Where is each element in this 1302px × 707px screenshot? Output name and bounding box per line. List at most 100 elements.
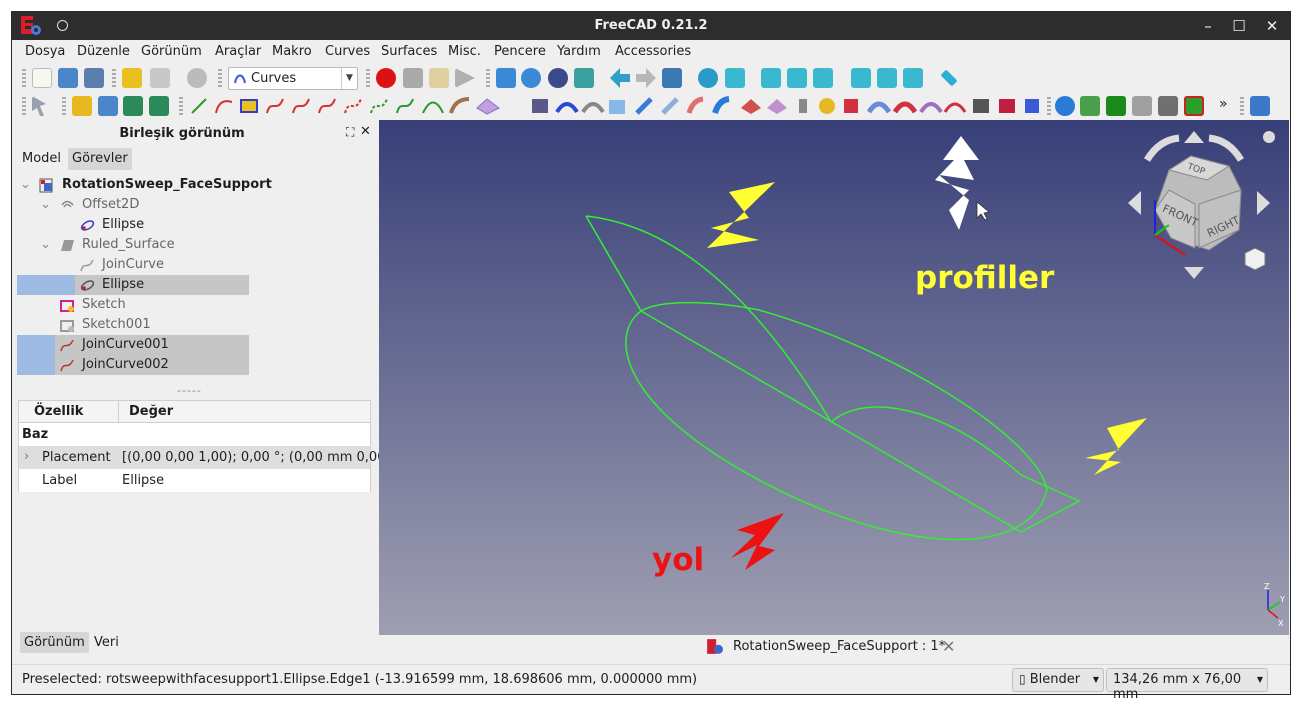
tree-item-ellipse-selected[interactable]: Ellipse [17, 275, 249, 295]
tab-gorevler[interactable]: Görevler [68, 148, 132, 170]
whats-this-icon[interactable] [32, 96, 46, 116]
left-view-icon[interactable] [903, 68, 923, 88]
tree-item-sketch[interactable]: Sketch [17, 295, 267, 315]
fit-all-icon[interactable] [496, 68, 516, 88]
nav-arrow-up-icon[interactable] [1184, 131, 1204, 143]
curves-tools-strip[interactable] [189, 96, 1039, 116]
new-document-icon[interactable] [32, 68, 52, 88]
top-view-icon[interactable] [787, 68, 807, 88]
create-group-icon[interactable] [98, 96, 118, 116]
save-document-icon[interactable] [84, 68, 104, 88]
macro-stop-icon[interactable] [403, 68, 423, 88]
toolbar-grip[interactable] [22, 97, 26, 115]
right-view-icon[interactable] [813, 68, 833, 88]
navigation-cube[interactable]: TOP FRONT RIGHT [1128, 131, 1275, 279]
macro-run-icon[interactable] [455, 68, 475, 88]
menu-misc[interactable]: Misc. [448, 44, 481, 59]
macro-edit-icon[interactable] [429, 68, 449, 88]
create-part-icon[interactable] [72, 96, 92, 116]
std-view-icon[interactable] [662, 68, 682, 88]
bottom-view-icon[interactable] [877, 68, 897, 88]
back-arrow-icon[interactable] [610, 68, 630, 88]
macro-record-icon[interactable] [376, 68, 396, 88]
prop-row-placement[interactable]: › Placement [(0,00 0,00 1,00); 0,00 °; (… [19, 446, 398, 469]
tab-model[interactable]: Model [18, 148, 65, 170]
undo-icon[interactable] [122, 68, 142, 88]
solid-dark-green-icon[interactable] [1106, 96, 1126, 116]
minimize-button[interactable]: – [1198, 16, 1218, 36]
menu-yardim[interactable]: Yardım [557, 44, 601, 59]
workbench-selector[interactable]: Curves ▼ [228, 67, 358, 90]
draw-style-icon[interactable] [548, 68, 568, 88]
tree-item-joincurve[interactable]: JoinCurve [17, 255, 267, 275]
tree-item-ruled-surface[interactable]: ⌄ Ruled_Surface [17, 235, 267, 255]
toolbar-grip[interactable] [366, 69, 370, 87]
nav-arrow-down-icon[interactable] [1184, 267, 1204, 279]
link-icon[interactable] [123, 96, 143, 116]
3d-viewport[interactable]: profiller yol TOP FRONT RIGHT Z Y X [379, 120, 1289, 635]
panel-splitter[interactable]: ----- [177, 384, 202, 397]
menu-curves[interactable]: Curves [325, 44, 370, 59]
tree-item-ellipse[interactable]: Ellipse [17, 215, 267, 235]
gray-solid-icon[interactable] [1158, 96, 1178, 116]
rear-view-icon[interactable] [851, 68, 871, 88]
dimension-indicator[interactable]: 134,26 mm x 76,00 mm ▼ [1106, 668, 1268, 702]
measure-icon[interactable] [940, 69, 958, 87]
front-view-icon[interactable] [761, 68, 781, 88]
nav-rotate-right-icon[interactable] [1208, 134, 1245, 162]
maximize-button[interactable]: ☐ [1229, 16, 1249, 36]
profile-curve-bottom[interactable] [830, 406, 1081, 533]
close-panel-icon[interactable]: ✕ [360, 124, 371, 139]
prop-row-label[interactable]: Label Ellipse [19, 469, 370, 492]
document-tab-close-icon[interactable]: ✕ [942, 637, 955, 656]
tree-item-joincurve002[interactable]: JoinCurve002 [17, 355, 249, 375]
open-document-icon[interactable] [58, 68, 78, 88]
close-button[interactable]: ✕ [1262, 16, 1282, 36]
toolbar-grip[interactable] [218, 69, 222, 87]
nav-arrow-left-icon[interactable] [1128, 191, 1141, 215]
dollar-shape-icon[interactable] [1132, 96, 1152, 116]
redo-icon[interactable] [150, 68, 170, 88]
toolbar-grip[interactable] [112, 69, 116, 87]
bounding-box-icon[interactable] [574, 68, 594, 88]
toolbar-grip[interactable] [62, 97, 66, 115]
menu-dosya[interactable]: Dosya [25, 44, 65, 59]
nav-menu-icon[interactable] [1263, 131, 1275, 143]
profile-line-top[interactable] [585, 215, 642, 312]
menu-makro[interactable]: Makro [272, 44, 312, 59]
link-actions-icon[interactable] [149, 96, 169, 116]
toolbar-grip[interactable] [22, 69, 26, 87]
forward-arrow-icon[interactable] [636, 68, 656, 88]
toolbar-grip[interactable] [179, 97, 183, 115]
toolbar-grip[interactable] [1047, 97, 1051, 115]
toolbar-grip[interactable] [486, 69, 490, 87]
solid-green-icon[interactable] [1080, 96, 1100, 116]
menu-gorunum[interactable]: Görünüm [141, 44, 202, 59]
tab-gorunum[interactable]: Görünüm [20, 632, 89, 653]
nav-view-menu-cube-icon[interactable] [1244, 247, 1266, 271]
refresh-icon[interactable] [187, 68, 207, 88]
tree-item-sketch001[interactable]: Sketch001 [17, 315, 267, 335]
nav-rotate-left-icon[interactable] [1143, 134, 1180, 162]
navigation-style-selector[interactable]: ▯ Blender ▼ [1012, 668, 1104, 692]
fit-selection-icon[interactable] [521, 68, 541, 88]
info-icon[interactable] [1055, 96, 1075, 116]
menu-surfaces[interactable]: Surfaces [381, 44, 437, 59]
tree-item-document[interactable]: ⌄ RotationSweep_FaceSupport [17, 175, 272, 195]
tree-item-offset2d[interactable]: ⌄ Offset2D [17, 195, 267, 215]
toolbar-overflow[interactable]: » [1219, 96, 1228, 112]
cube-view-icon[interactable] [725, 68, 745, 88]
menu-accessories[interactable]: Accessories [615, 44, 691, 59]
float-panel-icon[interactable]: ⛶ [346, 125, 354, 140]
toolbar-grip[interactable] [1240, 97, 1244, 115]
menu-duzenle[interactable]: Düzenle [77, 44, 130, 59]
tab-veri[interactable]: Veri [94, 635, 119, 650]
export-icon[interactable] [1250, 96, 1270, 116]
chevron-right-icon[interactable]: › [24, 449, 29, 464]
menu-pencere[interactable]: Pencere [494, 44, 546, 59]
menu-araclar[interactable]: Araçlar [215, 44, 261, 59]
tree-item-joincurve001[interactable]: JoinCurve001 [17, 335, 249, 355]
grid-icon[interactable] [1184, 96, 1204, 116]
isometric-view-icon[interactable] [698, 68, 718, 88]
nav-arrow-right-icon[interactable] [1257, 191, 1270, 215]
